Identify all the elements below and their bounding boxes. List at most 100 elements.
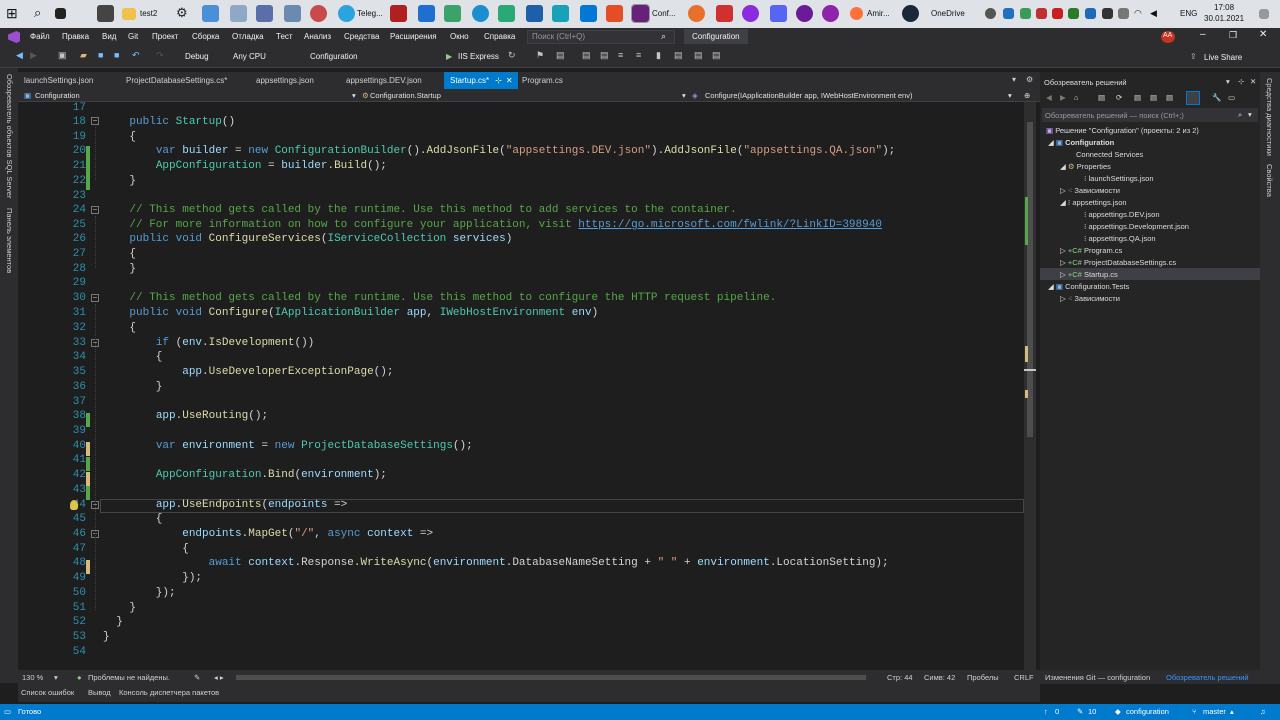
sync-icon[interactable]: ⟳ — [1116, 93, 1122, 102]
help-icon[interactable] — [985, 8, 996, 19]
tab-startup[interactable]: Startup.cs* ⊹ ✕ — [444, 72, 518, 89]
menu-file[interactable]: Файл — [30, 32, 50, 41]
telegram-icon[interactable] — [338, 5, 355, 22]
undo-icon[interactable]: ↶ — [132, 50, 140, 61]
tab-git-changes[interactable]: Изменения Git — configuration — [1045, 673, 1150, 682]
search-dropdown-icon[interactable]: ▾ — [1248, 110, 1252, 119]
panel-dropdown-icon[interactable]: ▾ — [1226, 77, 1230, 86]
tree-item-appsettings[interactable]: ◢ ⁝ appsettings.json — [1060, 198, 1127, 207]
branch-dropdown-icon[interactable]: ▴ — [1230, 707, 1234, 716]
sql-server-object-explorer-tab[interactable]: Обозреватель объектов SQL Server — [5, 74, 14, 198]
pin-icon[interactable]: ⊹ — [495, 76, 502, 85]
vertical-scrollbar[interactable] — [1024, 102, 1036, 670]
brush-icon[interactable]: ✎ — [194, 673, 200, 682]
scrollbar-thumb[interactable] — [236, 675, 866, 680]
tray-icon[interactable] — [1068, 8, 1079, 19]
line-indicator[interactable]: Стр: 44 — [887, 673, 913, 682]
clock-date[interactable]: 30.01.2021 — [1204, 14, 1244, 23]
tool-icon[interactable]: ▤ — [674, 50, 683, 61]
pencil-icon[interactable]: ✎ — [1077, 707, 1083, 716]
collapse-icon[interactable]: ▷ — [1060, 246, 1066, 255]
pin-icon[interactable]: ⊹ — [1238, 77, 1244, 86]
tool-icon[interactable]: ▤ — [694, 50, 703, 61]
settings-icon[interactable]: ⚙ — [176, 5, 193, 22]
tool-icon[interactable]: ▤ — [712, 50, 721, 61]
refresh-icon[interactable]: ↻ — [508, 50, 516, 61]
fold-toggle[interactable]: − — [91, 117, 99, 125]
app-icon[interactable] — [498, 5, 515, 22]
run-target-label[interactable]: IIS Express — [458, 52, 499, 61]
expand-icon[interactable]: ◢ — [1048, 138, 1054, 147]
expand-icon[interactable]: ◢ — [1048, 282, 1054, 291]
tray-icon[interactable] — [1118, 8, 1129, 19]
menu-debug[interactable]: Отладка — [232, 32, 264, 41]
tab-appsettings-dev[interactable]: appsettings.DEV.json — [340, 72, 428, 89]
tab-output[interactable]: Вывод — [88, 688, 111, 697]
discord-icon[interactable] — [770, 5, 787, 22]
taskbar-item-amir[interactable]: Amir... — [867, 9, 890, 18]
tab-package-manager-console[interactable]: Консоль диспетчера пакетов — [119, 688, 219, 697]
collapse-icon[interactable]: ▷ — [1060, 258, 1066, 267]
collapse-icon[interactable]: ▷ — [1060, 270, 1066, 279]
app-icon[interactable] — [444, 5, 461, 22]
tab-projectdatabasesettings[interactable]: ProjectDatabaseSettings.cs* — [120, 72, 233, 89]
menu-view[interactable]: Вид — [102, 32, 116, 41]
mail-icon[interactable] — [418, 5, 435, 22]
tool-icon[interactable]: ▤ — [582, 50, 591, 61]
menu-analyze[interactable]: Анализ — [304, 32, 331, 41]
platform-select[interactable]: Any CPU — [229, 50, 299, 64]
app-icon[interactable] — [97, 5, 114, 22]
branch-icon[interactable]: ⑂ — [1192, 707, 1197, 716]
column-indicator[interactable]: Симв: 42 — [924, 673, 955, 682]
eol-indicator[interactable]: CRLF — [1014, 673, 1034, 682]
onedrive-label[interactable]: OneDrive — [931, 9, 965, 18]
redo-icon[interactable]: ↷ — [156, 50, 164, 61]
app-icon[interactable] — [822, 5, 839, 22]
app-icon[interactable] — [742, 5, 759, 22]
tray-icon[interactable] — [1085, 8, 1096, 19]
menu-project[interactable]: Проект — [152, 32, 178, 41]
back-icon[interactable]: ◀ — [16, 50, 23, 61]
windows-start-icon[interactable]: ⊞ — [6, 5, 23, 22]
app-icon[interactable] — [390, 5, 407, 22]
edge-icon[interactable] — [472, 5, 489, 22]
tree-item-connected-services[interactable]: Connected Services — [1076, 150, 1143, 159]
menu-git[interactable]: Git — [128, 32, 138, 41]
tree-item-appsettings-qa[interactable]: ⁝ appsettings.QA.json — [1084, 234, 1156, 243]
search-icon[interactable]: ⌕ — [1238, 110, 1242, 120]
app-icon[interactable] — [716, 5, 733, 22]
app-icon[interactable] — [284, 5, 301, 22]
app-icon[interactable] — [230, 5, 247, 22]
steam-icon[interactable] — [902, 5, 919, 22]
tree-item-projectdatabasesettings[interactable]: ▷ +C# ProjectDatabaseSettings.cs — [1060, 258, 1176, 267]
open-folder-icon[interactable]: ▰ — [80, 50, 87, 61]
horizontal-scrollbar[interactable] — [230, 673, 870, 682]
toolbox-tab[interactable]: Панель элементов — [5, 208, 14, 273]
save-all-icon[interactable]: ■ — [114, 50, 119, 60]
live-share-label[interactable]: Live Share — [1204, 53, 1242, 62]
tray-icon[interactable] — [1102, 8, 1113, 19]
home-icon[interactable]: ⌂ — [1074, 93, 1079, 102]
close-icon[interactable]: ✕ — [1259, 29, 1267, 40]
tray-icon[interactable] — [1003, 8, 1014, 19]
tool-icon[interactable]: ▭ — [1228, 93, 1235, 102]
expand-icon[interactable]: ◢ — [1060, 198, 1066, 207]
tree-item-launchsettings[interactable]: ⁝ launchSettings.json — [1084, 174, 1154, 183]
app-icon[interactable] — [552, 5, 569, 22]
tool-icon[interactable]: ≡ — [618, 50, 623, 60]
menu-tools[interactable]: Средства — [344, 32, 379, 41]
tab-appsettings[interactable]: appsettings.json — [250, 72, 320, 89]
app-icon[interactable] — [202, 5, 219, 22]
app-icon[interactable] — [526, 5, 543, 22]
tray-icon[interactable] — [1020, 8, 1031, 19]
lightbulb-icon[interactable] — [70, 500, 78, 510]
new-project-icon[interactable]: ▣ — [58, 50, 67, 61]
branch-name[interactable]: master — [1203, 707, 1226, 716]
tool-icon[interactable]: ⚑ — [536, 50, 544, 61]
forward-icon[interactable]: ▶ — [30, 50, 37, 61]
close-icon[interactable]: ✕ — [1250, 77, 1256, 86]
menu-extensions[interactable]: Расширения — [390, 32, 437, 41]
tab-error-list[interactable]: Список ошибок — [21, 688, 74, 697]
zoom-level[interactable]: 130 % — [22, 673, 43, 682]
nav-arrows-icon[interactable]: ◂ ▸ — [214, 673, 224, 682]
